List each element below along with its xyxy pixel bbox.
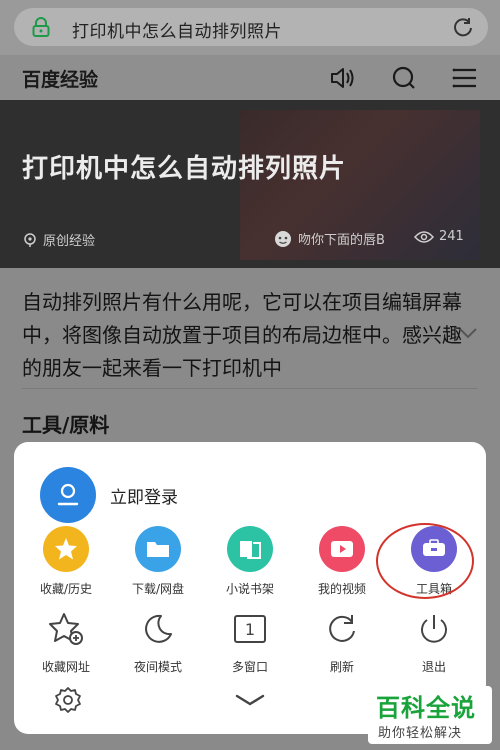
article-intro: 自动排列照片有什么用呢，它可以在项目编辑屏幕中，将图像自动放置于项目的布局边框中… [22,290,462,380]
article-hero: 打印机中怎么自动排列照片 原创经验 吻你下面的唇B 241 [0,100,500,268]
site-brand[interactable]: 百度经验 [22,65,98,92]
url-text[interactable]: 打印机中怎么自动排列照片 [72,17,282,42]
menu-item-exit[interactable]: 退出 [390,609,478,675]
power-icon [414,609,454,649]
watermark-sub: 助你轻松解决 [378,726,463,741]
eye-icon [414,230,434,243]
url-bar[interactable]: 打印机中怎么自动排列照片 [14,8,488,46]
search-icon[interactable] [390,64,418,92]
menu-item-label: 小说书架 [225,582,274,596]
login-button[interactable]: 立即登录 [40,467,178,523]
watermark-logo: 百科全说 助你轻松解决 [368,686,492,744]
menu-item-label: 我的视频 [317,582,366,596]
add-bookmark-icon [46,609,86,649]
menu-item-downloads[interactable]: 下载/网盘 [114,526,202,597]
section-title: 工具/原料 [22,413,110,437]
user-avatar-icon [40,467,96,523]
view-count-value: 241 [439,229,464,244]
menu-icon[interactable] [451,64,479,92]
author-avatar-icon [275,230,291,247]
menu-item-label: 刷新 [329,660,354,674]
author-info[interactable]: 吻你下面的唇B [274,229,385,248]
menu-item-label: 下载/网盘 [131,582,185,596]
author-name[interactable]: 吻你下面的唇B [298,229,385,248]
lock-icon [32,17,50,37]
view-count: 241 [414,229,464,244]
menu-item-label: 收藏/历史 [39,582,93,596]
gear-icon[interactable] [54,686,82,714]
menu-item-novel-shelf[interactable]: 小说书架 [206,526,294,597]
window-count: 1 [244,619,256,639]
folder-icon [135,526,181,572]
menu-item-label: 退出 [421,660,446,674]
article-title: 打印机中怎么自动排列照片 [22,154,347,184]
menu-row-secondary: 收藏网址 夜间模式 1 多窗口 刷新 退出 [14,609,486,675]
menu-item-bookmark-site[interactable]: 收藏网址 [22,609,110,675]
menu-item-label: 夜间模式 [133,660,182,674]
original-icon [24,232,36,247]
star-icon [43,526,89,572]
play-icon [319,526,365,572]
url-bar-area: 打印机中怎么自动排列照片 [0,0,500,55]
menu-item-my-videos[interactable]: 我的视频 [298,526,386,597]
menu-item-refresh[interactable]: 刷新 [298,609,386,675]
divider [22,388,478,389]
menu-item-multi-window[interactable]: 1 多窗口 [206,609,294,675]
refresh-icon [322,609,362,649]
login-label: 立即登录 [110,487,178,508]
original-tag: 原创经验 [22,230,95,249]
chevron-down-icon[interactable] [458,326,478,340]
menu-item-night-mode[interactable]: 夜间模式 [114,609,202,675]
speaker-icon[interactable] [328,64,356,92]
reload-icon[interactable] [452,16,474,38]
collapse-chevron-icon[interactable] [234,692,266,708]
site-header: 百度经验 [0,55,500,100]
moon-icon [138,609,178,649]
menu-item-favorites-history[interactable]: 收藏/历史 [22,526,110,597]
window-count-icon: 1 [230,609,270,649]
menu-item-label: 多窗口 [231,660,268,674]
book-icon [227,526,273,572]
toolbox-highlight-circle [376,523,474,599]
watermark-main: 百科全说 [376,694,476,722]
menu-item-label: 收藏网址 [41,660,90,674]
original-tag-label: 原创经验 [43,234,96,249]
